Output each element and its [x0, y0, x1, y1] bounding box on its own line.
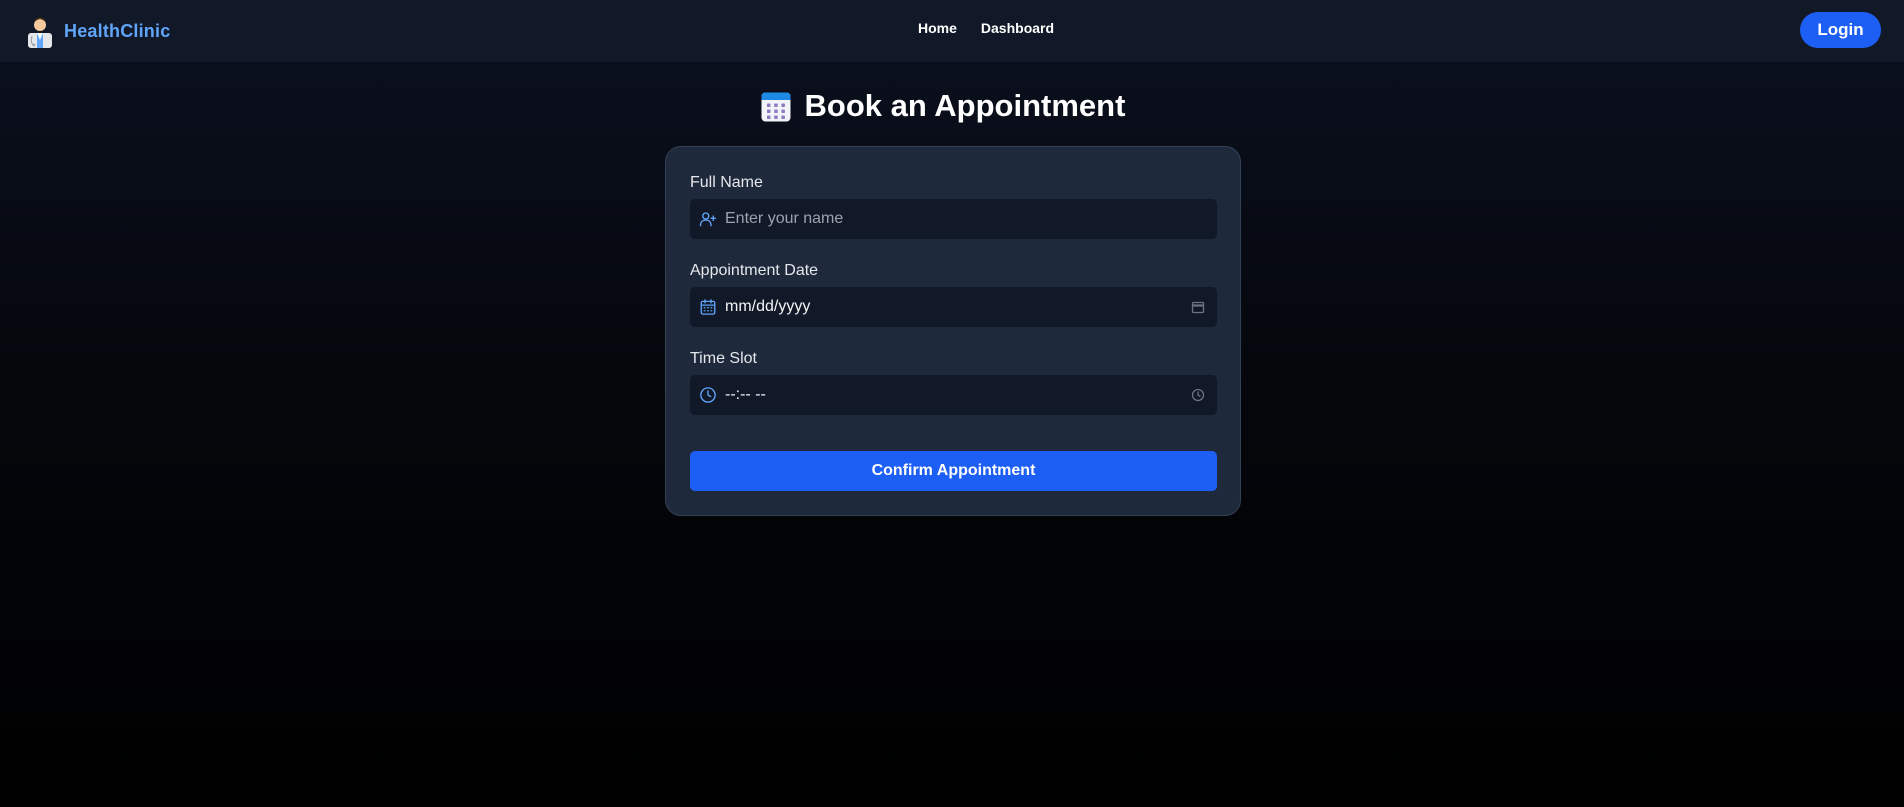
full-name-label: Full Name: [690, 174, 763, 191]
appointment-date-field[interactable]: mm/dd/yyyy: [690, 287, 1217, 327]
user-plus-icon: [699, 212, 717, 227]
page-header: Book an Appointment: [0, 86, 1904, 126]
login-button[interactable]: Login: [1800, 12, 1881, 48]
page-title: Book an Appointment: [804, 88, 1126, 123]
clock-icon: [700, 387, 716, 403]
nav-dashboard-link[interactable]: Dashboard: [981, 20, 1054, 36]
clock-picker-icon[interactable]: [1191, 388, 1205, 402]
full-name-field[interactable]: [690, 199, 1217, 239]
navbar: HealthClinic Home Dashboard Login: [0, 0, 1904, 62]
confirm-appointment-button[interactable]: Confirm Appointment: [690, 451, 1217, 491]
full-name-input[interactable]: [725, 199, 1165, 239]
calendar-picker-icon[interactable]: [1191, 300, 1205, 314]
calendar-icon: [761, 92, 791, 121]
calendar-icon: [700, 299, 716, 315]
doctor-icon: [28, 17, 52, 48]
appointment-date-value[interactable]: mm/dd/yyyy: [725, 298, 1191, 316]
time-slot-label: Time Slot: [690, 350, 757, 367]
brand-name: HealthClinic: [64, 20, 171, 41]
appointment-form: Full Name Appointment Date mm/dd/yyyy Ti…: [665, 146, 1241, 516]
appointment-date-label: Appointment Date: [690, 262, 819, 279]
time-slot-value[interactable]: --:-- --: [725, 386, 1191, 404]
brand-link[interactable]: HealthClinic: [26, 13, 170, 49]
nav-links: Home Dashboard: [918, 20, 1054, 36]
nav-home-link[interactable]: Home: [918, 20, 957, 36]
time-slot-field[interactable]: --:-- --: [690, 375, 1217, 415]
